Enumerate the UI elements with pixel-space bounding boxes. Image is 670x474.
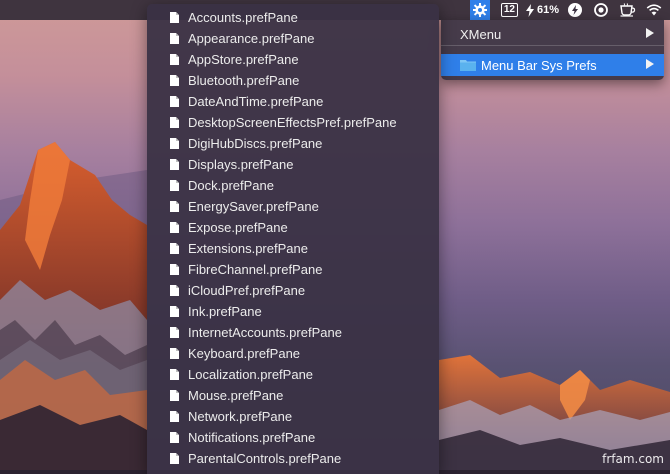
document-icon <box>170 54 179 65</box>
file-name: Notifications.prefPane <box>188 430 316 445</box>
menu-item-file[interactable]: Bluetooth.prefPane <box>147 70 439 91</box>
menu-item-file[interactable]: FibreChannel.prefPane <box>147 259 439 280</box>
calendar-menu-extra[interactable]: 12 <box>496 0 523 20</box>
file-name: Appearance.prefPane <box>188 31 315 46</box>
submenu-arrow-icon <box>646 28 654 38</box>
menu-item-file[interactable]: Dock.prefPane <box>147 175 439 196</box>
menu-item-file[interactable]: EnergySaver.prefPane <box>147 196 439 217</box>
document-icon <box>170 12 179 23</box>
menu-item-file[interactable]: iCloudPref.prefPane <box>147 280 439 301</box>
document-icon <box>170 201 179 212</box>
watermark: frfam.com <box>602 452 664 466</box>
document-icon <box>170 138 179 149</box>
file-name: Expose.prefPane <box>188 220 288 235</box>
file-name: Displays.prefPane <box>188 157 294 172</box>
file-name: Bluetooth.prefPane <box>188 73 300 88</box>
document-icon <box>170 243 179 254</box>
document-icon <box>170 96 179 107</box>
gear-dropdown-menu: XMenu Menu Bar Sys Prefs <box>441 20 664 80</box>
document-icon <box>170 75 179 86</box>
document-icon <box>170 390 179 401</box>
file-name: Mouse.prefPane <box>188 388 284 403</box>
document-icon <box>170 33 179 44</box>
menu-item-file[interactable]: DesktopScreenEffectsPref.prefPane <box>147 112 439 133</box>
menu-item-file[interactable]: DigiHubDiscs.prefPane <box>147 133 439 154</box>
menu-item-file[interactable]: AppStore.prefPane <box>147 49 439 70</box>
file-name: DigiHubDiscs.prefPane <box>188 136 323 151</box>
calendar-icon: 12 <box>500 3 518 17</box>
wifi-menu-extra[interactable] <box>642 0 670 20</box>
document-icon <box>170 306 179 317</box>
file-name: InternetAccounts.prefPane <box>188 325 342 340</box>
file-name: AppStore.prefPane <box>188 52 299 67</box>
menu-item-file[interactable]: DateAndTime.prefPane <box>147 91 439 112</box>
menu-item-file[interactable]: Appearance.prefPane <box>147 28 439 49</box>
file-name: Dock.prefPane <box>188 178 274 193</box>
radio-menu-extra[interactable] <box>588 0 614 20</box>
menu-item-menu-bar-sys-prefs[interactable]: Menu Bar Sys Prefs <box>441 54 664 76</box>
gear-icon <box>472 3 487 17</box>
battery-percent: 61% <box>536 4 559 16</box>
wifi-icon <box>646 4 662 16</box>
battery-menu-extra[interactable]: 61% <box>523 0 562 20</box>
file-name: Extensions.prefPane <box>188 241 308 256</box>
file-name: iCloudPref.prefPane <box>188 283 306 298</box>
menu-item-file[interactable]: Localization.prefPane <box>147 364 439 385</box>
file-name: Keyboard.prefPane <box>188 346 301 361</box>
caffeine-menu-extra[interactable] <box>614 0 642 20</box>
document-icon <box>170 285 179 296</box>
power-app-menu-extra[interactable] <box>562 0 588 20</box>
menu-item-file[interactable]: Displays.prefPane <box>147 154 439 175</box>
document-icon <box>170 117 179 128</box>
document-icon <box>170 180 179 191</box>
menu-item-file[interactable]: Extensions.prefPane <box>147 238 439 259</box>
gear-menu-extra[interactable] <box>469 0 490 20</box>
document-icon <box>170 159 179 170</box>
file-name: Ink.prefPane <box>188 304 262 319</box>
document-icon <box>170 264 179 275</box>
coffee-cup-icon <box>620 3 636 17</box>
radio-icon <box>594 3 608 17</box>
file-name: EnergySaver.prefPane <box>188 199 319 214</box>
file-name: Accounts.prefPane <box>188 10 298 25</box>
menu-item-label: Menu Bar Sys Prefs <box>481 57 597 73</box>
battery-bolt-icon <box>525 3 534 17</box>
menu-item-file[interactable]: Keyboard.prefPane <box>147 343 439 364</box>
menu-item-file[interactable]: Notifications.prefPane <box>147 427 439 448</box>
document-icon <box>170 432 179 443</box>
menu-item-file[interactable]: Expose.prefPane <box>147 217 439 238</box>
document-icon <box>170 222 179 233</box>
menu-item-label: XMenu <box>460 26 502 42</box>
document-icon <box>170 453 179 464</box>
menu-item-file[interactable]: Mouse.prefPane <box>147 385 439 406</box>
menu-item-file[interactable]: ParentalControls.prefPane <box>147 448 439 469</box>
menu-item-file[interactable]: InternetAccounts.prefPane <box>147 322 439 343</box>
menu-item-file[interactable]: Ink.prefPane <box>147 301 439 322</box>
lightning-icon <box>568 3 582 17</box>
file-name: FibreChannel.prefPane <box>188 262 323 277</box>
menu-item-xmenu[interactable]: XMenu <box>441 23 664 45</box>
file-name: DateAndTime.prefPane <box>188 94 324 109</box>
file-name: Network.prefPane <box>188 409 293 424</box>
submenu-arrow-icon <box>646 59 654 69</box>
file-name: DesktopScreenEffectsPref.prefPane <box>188 115 397 130</box>
document-icon <box>170 348 179 359</box>
menu-item-file[interactable]: Accounts.prefPane <box>147 7 439 28</box>
document-icon <box>170 411 179 422</box>
folder-icon <box>460 60 476 71</box>
document-icon <box>170 369 179 380</box>
menu-item-file[interactable]: Network.prefPane <box>147 406 439 427</box>
menu-separator <box>441 45 664 46</box>
prefpane-submenu: Accounts.prefPane Appearance.prefPane Ap… <box>147 4 439 474</box>
document-icon <box>170 327 179 338</box>
file-name: ParentalControls.prefPane <box>188 451 342 466</box>
file-name: Localization.prefPane <box>188 367 314 382</box>
